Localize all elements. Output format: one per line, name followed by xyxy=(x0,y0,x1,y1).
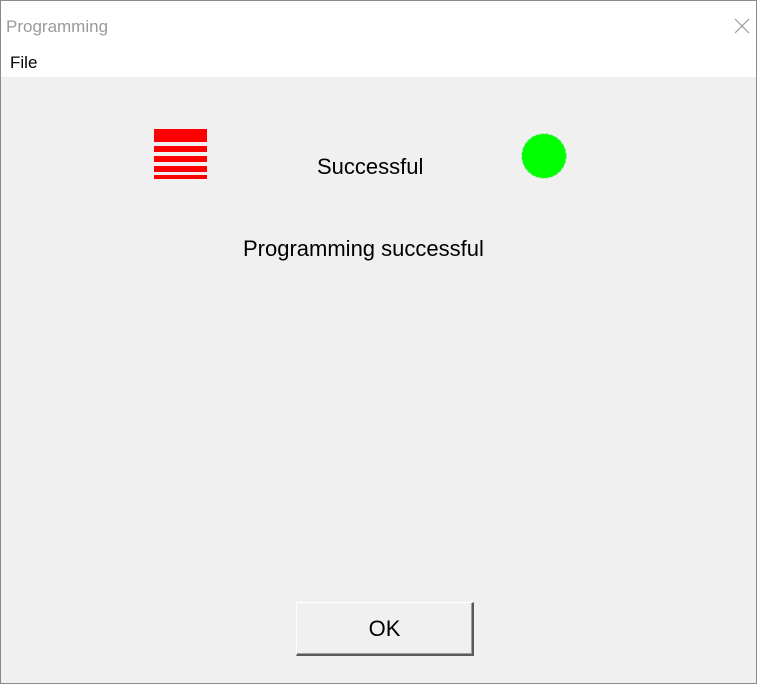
ok-button[interactable]: OK xyxy=(296,602,474,656)
close-icon xyxy=(734,18,750,34)
programming-window: Programming File Successful Programming … xyxy=(0,0,757,684)
window-title: Programming xyxy=(6,17,109,36)
close-button[interactable] xyxy=(730,14,754,38)
status-light-icon xyxy=(521,133,567,179)
menu-bar: File xyxy=(1,49,756,77)
menu-item-file[interactable]: File xyxy=(10,53,37,73)
title-bar: Programming xyxy=(1,1,756,49)
dialog-content: Successful Programming successful OK xyxy=(1,78,756,683)
red-stacked-bars-icon xyxy=(154,129,207,179)
status-label: Successful xyxy=(317,154,424,179)
result-message: Programming successful xyxy=(243,236,484,261)
